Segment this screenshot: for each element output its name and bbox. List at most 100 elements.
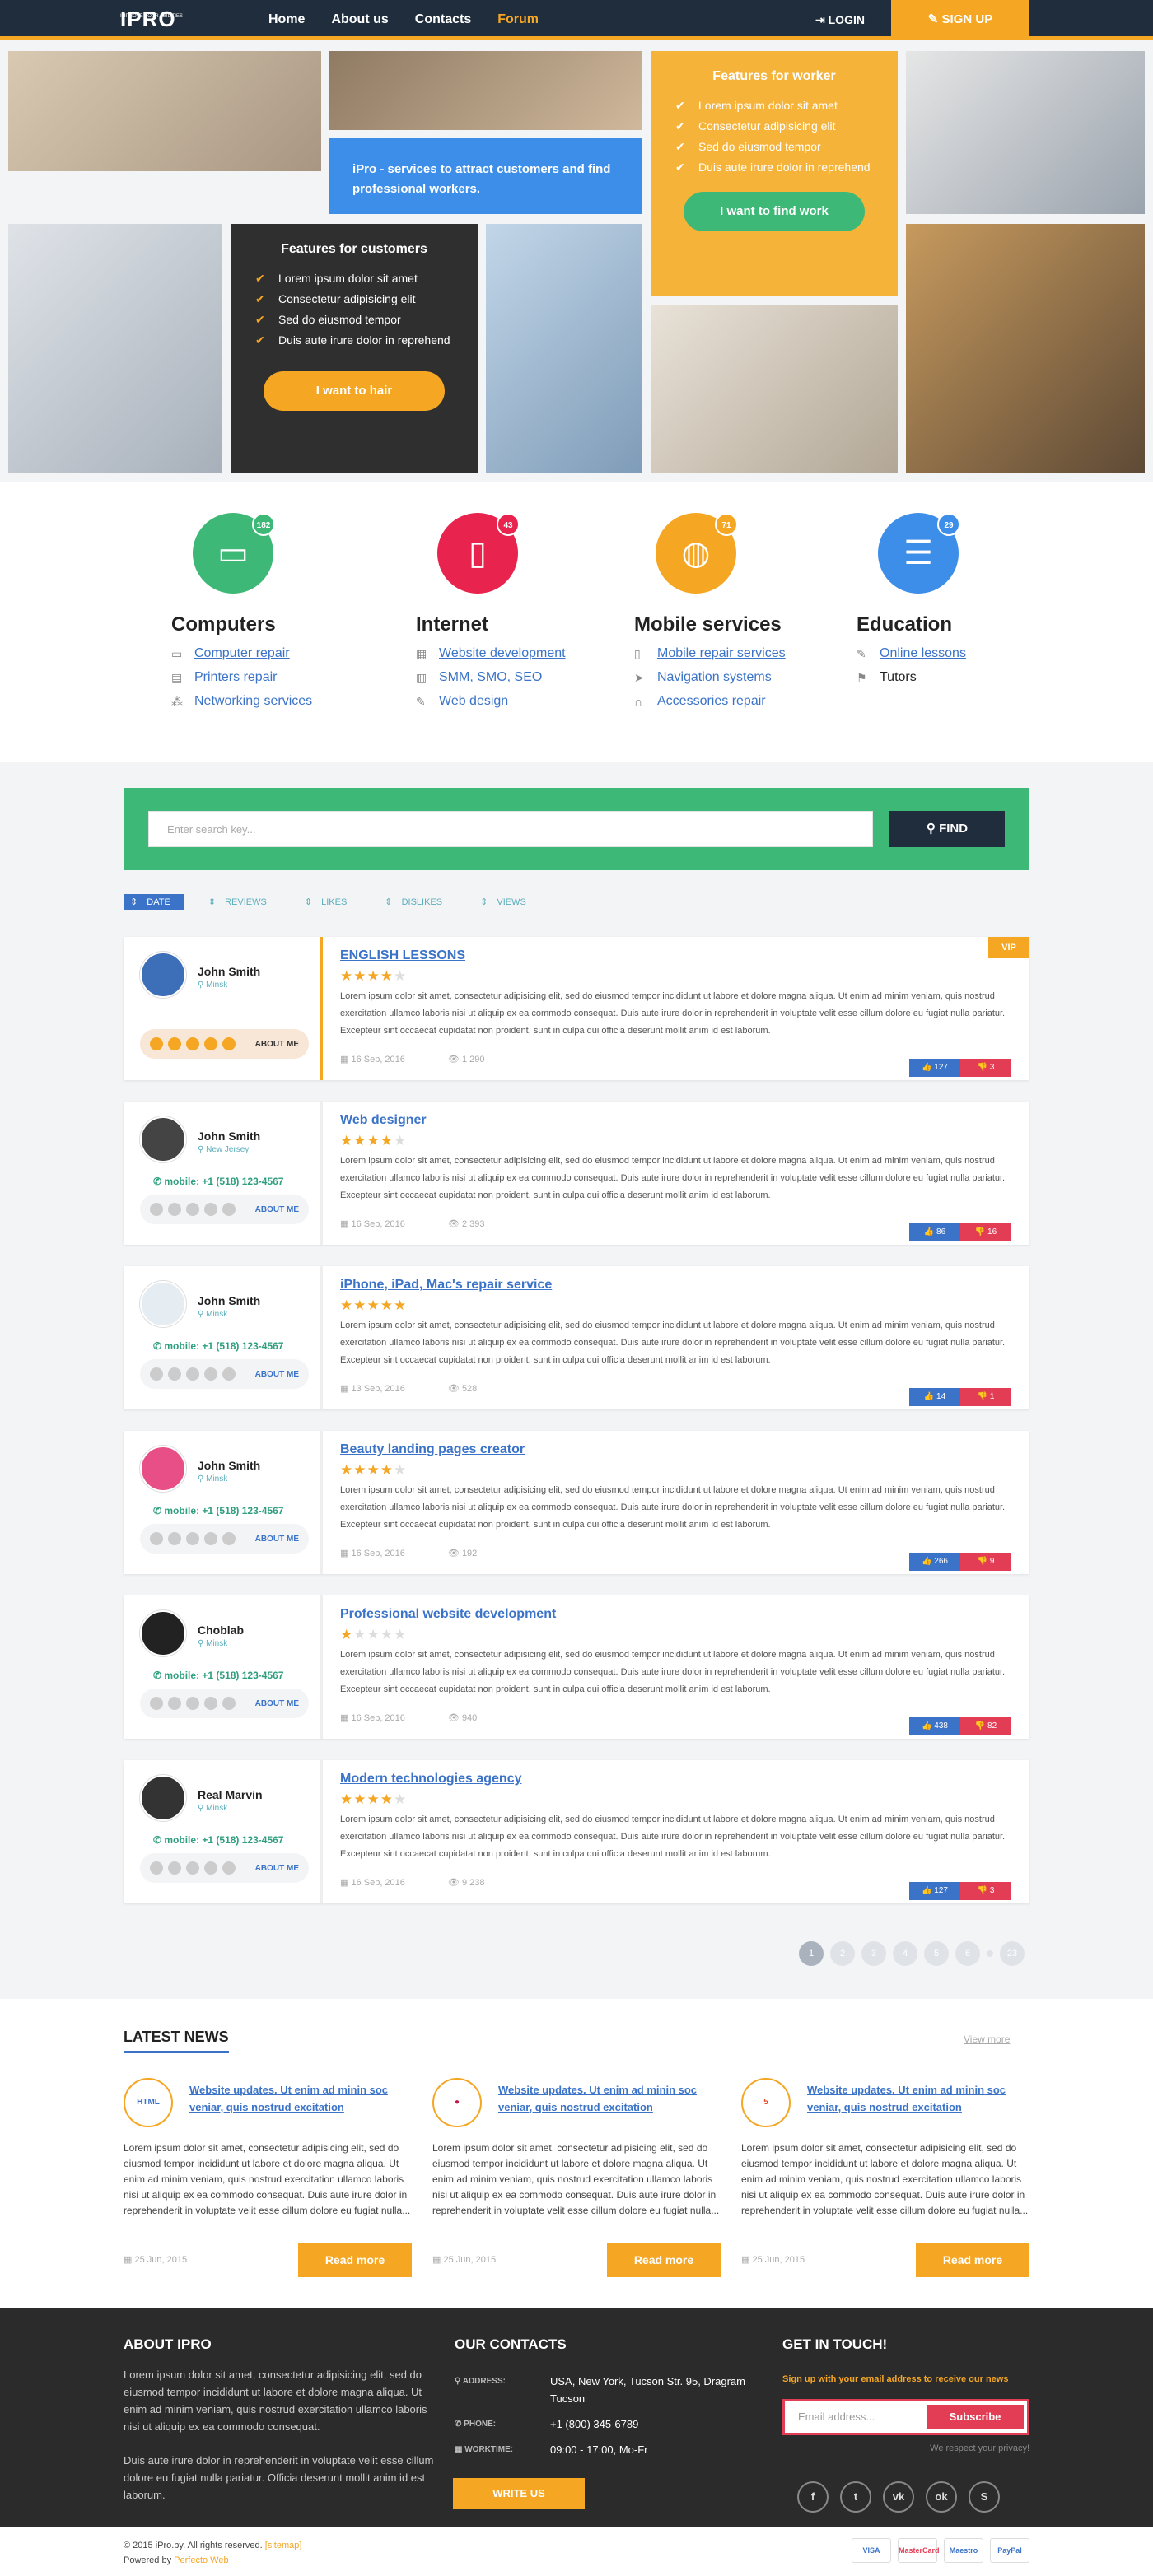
listing-title[interactable]: Web designer (340, 1113, 427, 1128)
ok-icon[interactable] (204, 1532, 217, 1545)
news-title[interactable]: Website updates. Ut enim ad minin soc ve… (498, 2081, 721, 2116)
avatar[interactable] (140, 1775, 186, 1821)
page-button[interactable]: 6 (955, 1941, 980, 1966)
category-link[interactable]: ⁂ Networking services (171, 694, 312, 709)
signup-button[interactable]: ✎ SIGN UP (891, 0, 1029, 40)
view-more-link[interactable]: View more (964, 2033, 1010, 2045)
facebook-icon[interactable] (150, 1037, 163, 1050)
category-link[interactable]: ⚑ Tutors (857, 670, 966, 685)
user-name[interactable]: John Smith (198, 965, 260, 978)
skype-icon[interactable] (222, 1861, 236, 1875)
logo[interactable]: IMPROVE YOUR ABILITIES IPRO (120, 8, 183, 30)
search-input[interactable]: Enter search key... (148, 811, 873, 847)
vk-icon[interactable] (186, 1697, 199, 1710)
listing-title[interactable]: iPhone, iPad, Mac's repair service (340, 1278, 552, 1293)
smartphone-icon[interactable]: ▯ 43 (437, 513, 520, 594)
avatar[interactable] (140, 1281, 186, 1327)
user-phone[interactable]: ✆ mobile: +1 (518) 123-4567 (153, 1176, 283, 1187)
about-me-link[interactable]: ABOUT ME (255, 1205, 299, 1214)
like-button[interactable]: 👍 266 (909, 1553, 960, 1571)
twitter-icon[interactable] (168, 1697, 181, 1710)
user-phone[interactable]: ✆ mobile: +1 (518) 123-4567 (153, 1670, 283, 1681)
email-input[interactable]: Email address... (798, 2411, 875, 2423)
nav-home[interactable]: Home (255, 0, 318, 40)
login-button[interactable]: ⇥ LOGIN (815, 0, 865, 40)
news-title[interactable]: Website updates. Ut enim ad minin soc ve… (189, 2081, 412, 2116)
sort-views[interactable]: ⇕ VIEWS (474, 894, 539, 910)
category-link[interactable]: ✎ Web design (416, 694, 566, 709)
find-button[interactable]: ⚲ FIND (889, 811, 1005, 847)
like-button[interactable]: 👍 127 (909, 1059, 960, 1077)
dislike-button[interactable]: 👎 1 (960, 1388, 1011, 1406)
user-phone[interactable]: ✆ mobile: +1 (518) 123-4567 (153, 1340, 283, 1352)
nav-forum[interactable]: Forum (484, 0, 552, 40)
books-icon[interactable]: ☰ 29 (878, 513, 960, 594)
user-phone[interactable]: ✆ mobile: +1 (518) 123-4567 (153, 1834, 283, 1846)
news-title[interactable]: Website updates. Ut enim ad minin soc ve… (807, 2081, 1029, 2116)
listing-title[interactable]: Modern technologies agency (340, 1772, 521, 1786)
dislike-button[interactable]: 👎 9 (960, 1553, 1011, 1571)
dislike-button[interactable]: 👎 16 (960, 1223, 1011, 1241)
twitter-icon[interactable] (168, 1532, 181, 1545)
category-link[interactable]: ▯ Mobile repair services (634, 646, 786, 661)
vk-icon[interactable] (186, 1532, 199, 1545)
nav-about[interactable]: About us (318, 0, 401, 40)
powered-by-link[interactable]: Perfecto Web (174, 2555, 228, 2565)
facebook-icon[interactable]: f (797, 2481, 829, 2513)
ok-icon[interactable] (204, 1697, 217, 1710)
twitter-icon[interactable] (168, 1203, 181, 1216)
category-link[interactable]: ▤ Printers repair (171, 670, 312, 685)
read-more-button[interactable]: Read more (916, 2243, 1029, 2277)
category-link[interactable]: ∩ Accessories repair (634, 694, 786, 709)
about-me-link[interactable]: ABOUT ME (255, 1699, 299, 1708)
page-button[interactable]: 23 (1000, 1941, 1025, 1966)
globe-icon[interactable]: ◍ 71 (656, 513, 738, 594)
category-link[interactable]: ▦ Website development (416, 646, 566, 661)
odnoklassniki-icon[interactable]: ok (926, 2481, 957, 2513)
hire-button[interactable]: I want to hair (264, 371, 445, 411)
skype-icon[interactable] (222, 1697, 236, 1710)
category-title[interactable]: Education (857, 613, 966, 636)
like-button[interactable]: 👍 127 (909, 1882, 960, 1900)
category-title[interactable]: Internet (416, 613, 566, 636)
category-title[interactable]: Mobile services (634, 613, 786, 636)
category-link[interactable]: ✎ Online lessons (857, 646, 966, 661)
vk-icon[interactable]: vk (883, 2481, 914, 2513)
skype-icon[interactable]: S (969, 2481, 1000, 2513)
listing-card[interactable]: Choblab ⚲ Minsk ✆ mobile: +1 (518) 123-456… (124, 1595, 1029, 1739)
avatar[interactable] (140, 952, 186, 998)
vk-icon[interactable] (186, 1037, 199, 1050)
about-me-link[interactable]: ABOUT ME (255, 1864, 299, 1873)
category-link[interactable]: ▭ Computer repair (171, 646, 312, 661)
sort-dislikes[interactable]: ⇕ DISLIKES (378, 894, 455, 910)
about-me-link[interactable]: ABOUT ME (255, 1040, 299, 1049)
like-button[interactable]: 👍 86 (909, 1223, 960, 1241)
nav-contacts[interactable]: Contacts (402, 0, 484, 40)
user-name[interactable]: John Smith (198, 1459, 260, 1472)
facebook-icon[interactable] (150, 1532, 163, 1545)
subscribe-button[interactable]: Subscribe (927, 2405, 1024, 2429)
category-title[interactable]: Computers (171, 613, 312, 636)
dislike-button[interactable]: 👎 82 (960, 1717, 1011, 1735)
about-me-link[interactable]: ABOUT ME (255, 1370, 299, 1379)
avatar[interactable] (140, 1116, 186, 1162)
twitter-icon[interactable]: t (840, 2481, 871, 2513)
page-button[interactable]: 4 (893, 1941, 917, 1966)
write-us-button[interactable]: WRITE US (453, 2478, 585, 2509)
avatar[interactable] (140, 1446, 186, 1492)
listing-card[interactable]: John Smith ⚲ Minsk ABOUT ME ENGLISH LESS… (124, 937, 1029, 1080)
find-work-button[interactable]: I want to find work (684, 192, 865, 231)
user-name[interactable]: Real Marvin (198, 1788, 263, 1801)
read-more-button[interactable]: Read more (607, 2243, 721, 2277)
sitemap-link[interactable]: [sitemap] (265, 2541, 302, 2550)
category-link[interactable]: ▥ SMM, SMO, SEO (416, 670, 566, 685)
ok-icon[interactable] (204, 1037, 217, 1050)
dislike-button[interactable]: 👎 3 (960, 1882, 1011, 1900)
listing-title[interactable]: ENGLISH LESSONS (340, 948, 465, 963)
read-more-button[interactable]: Read more (298, 2243, 412, 2277)
page-button[interactable]: 1 (799, 1941, 824, 1966)
like-button[interactable]: 👍 14 (909, 1388, 960, 1406)
ok-icon[interactable] (204, 1861, 217, 1875)
sort-reviews[interactable]: ⇕ REVIEWS (202, 894, 280, 910)
skype-icon[interactable] (222, 1203, 236, 1216)
